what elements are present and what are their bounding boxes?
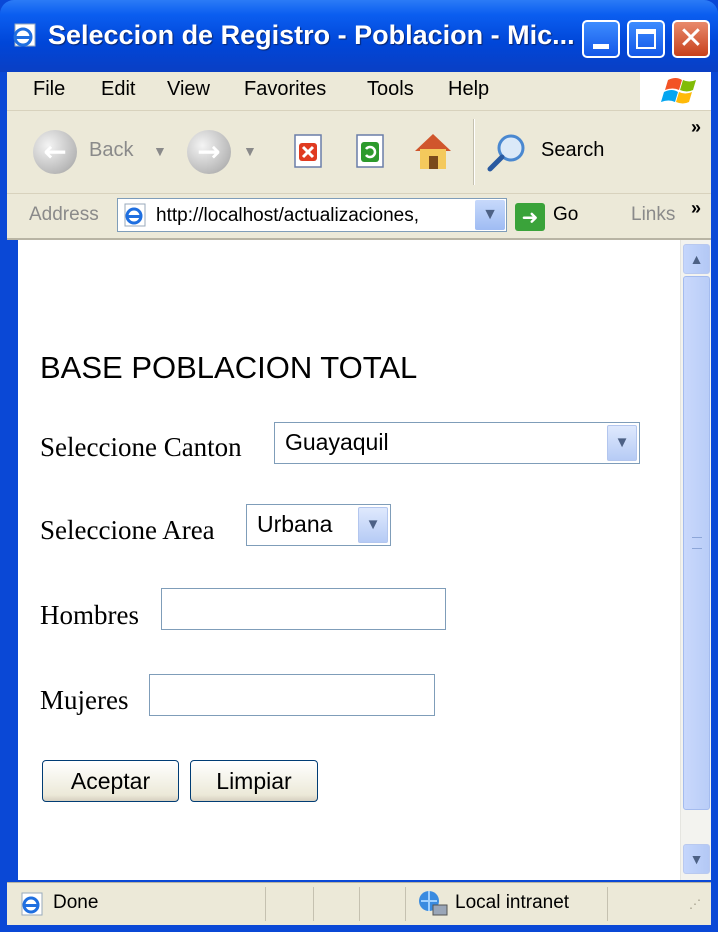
ie-page-icon	[21, 892, 43, 916]
status-bar: Done Local intranet ⋰	[7, 882, 711, 925]
menu-favorites[interactable]: Favorites	[244, 78, 326, 101]
toolbar-more-chevron-icon[interactable]: »	[691, 117, 701, 138]
links-chevron-icon[interactable]: »	[691, 198, 701, 219]
close-button[interactable]: ✕	[672, 20, 710, 58]
refresh-icon[interactable]	[351, 133, 389, 171]
menu-view[interactable]: View	[167, 78, 210, 101]
search-icon[interactable]	[485, 131, 529, 175]
browser-window: Seleccion de Registro - Poblacion - Mic.…	[0, 0, 718, 932]
page-viewport: BASE POBLACION TOTAL Seleccione Canton G…	[18, 240, 680, 880]
chevron-up-icon: ▲	[689, 251, 704, 267]
minimize-icon	[593, 44, 609, 49]
menu-bar: File Edit View Favorites Tools Help	[7, 72, 711, 111]
forward-dropdown-icon[interactable]: ▼	[243, 143, 257, 159]
resize-grip-icon[interactable]: ⋰	[689, 897, 701, 911]
area-dropdown-button[interactable]: ▼	[358, 507, 388, 543]
area-select[interactable]: Urbana ▼	[246, 504, 391, 546]
back-label: Back	[89, 139, 134, 161]
status-divider	[359, 887, 360, 921]
back-arrow-icon: ←	[43, 135, 67, 168]
ie-page-icon	[124, 203, 146, 227]
forward-button[interactable]: →	[187, 130, 231, 174]
menu-help[interactable]: Help	[448, 78, 489, 101]
back-dropdown-icon[interactable]: ▼	[153, 143, 167, 159]
scroll-thumb[interactable]	[683, 276, 710, 810]
home-icon[interactable]	[411, 129, 455, 173]
close-icon: ✕	[678, 21, 704, 56]
links-label[interactable]: Links	[631, 204, 675, 226]
hombres-label: Hombres	[40, 600, 139, 630]
mujeres-label: Mujeres	[40, 685, 129, 715]
hombres-input[interactable]	[161, 588, 446, 630]
stop-icon[interactable]	[289, 133, 327, 171]
chevron-down-icon: ▼	[482, 206, 498, 223]
menu-tools[interactable]: Tools	[367, 78, 414, 101]
go-arrow-icon[interactable]: ➜	[515, 203, 545, 231]
address-dropdown-button[interactable]: ▼	[475, 200, 505, 230]
status-text: Done	[53, 892, 99, 913]
canton-dropdown-button[interactable]: ▼	[607, 425, 637, 461]
windows-logo	[640, 72, 711, 110]
accept-button[interactable]: Aceptar	[42, 760, 179, 802]
status-divider	[313, 887, 314, 921]
maximize-icon	[636, 29, 656, 49]
menu-file[interactable]: File	[33, 78, 65, 101]
search-label[interactable]: Search	[541, 139, 604, 162]
clear-button[interactable]: Limpiar	[190, 760, 318, 802]
window-title: Seleccion de Registro - Poblacion - Mic.…	[48, 20, 575, 50]
status-divider	[265, 887, 266, 921]
back-button[interactable]: ←	[33, 130, 77, 174]
area-selected-value: Urbana	[257, 511, 333, 537]
status-divider	[607, 887, 608, 921]
vertical-scrollbar[interactable]: ▲ ▼	[680, 240, 711, 880]
chevron-down-icon: ▼	[689, 851, 704, 867]
mujeres-input[interactable]	[149, 674, 435, 716]
canton-select[interactable]: Guayaquil ▼	[274, 422, 640, 464]
canton-selected-value: Guayaquil	[285, 429, 389, 455]
scroll-down-button[interactable]: ▼	[683, 844, 710, 874]
address-url: http://localhost/actualizaciones,	[156, 205, 419, 226]
scroll-up-button[interactable]: ▲	[683, 244, 710, 274]
local-intranet-icon	[419, 891, 448, 916]
windows-flag-icon	[661, 78, 696, 104]
minimize-button[interactable]	[582, 20, 620, 58]
address-label: Address	[29, 204, 99, 225]
address-bar: Address http://localhost/actualizaciones…	[7, 194, 711, 240]
toolbar: ← Back ▼ → ▼ Search »	[7, 111, 711, 194]
toolbar-separator	[473, 119, 475, 185]
title-bar: Seleccion de Registro - Poblacion - Mic.…	[0, 0, 718, 72]
area-label: Seleccione Area	[40, 515, 215, 545]
menu-edit[interactable]: Edit	[101, 78, 135, 101]
address-field[interactable]: http://localhost/actualizaciones, ▼	[117, 198, 507, 232]
zone-label: Local intranet	[455, 892, 570, 913]
forward-arrow-icon: →	[197, 135, 221, 168]
page-title: BASE POBLACION TOTAL	[40, 350, 418, 385]
ie-page-icon	[13, 23, 36, 47]
canton-label: Seleccione Canton	[40, 432, 242, 462]
chevron-down-icon: ▼	[365, 516, 381, 533]
go-button[interactable]: Go	[553, 204, 578, 226]
status-divider	[405, 887, 406, 921]
scroll-grip-icon	[692, 537, 702, 549]
chevron-down-icon: ▼	[614, 434, 630, 451]
maximize-button[interactable]	[627, 20, 665, 58]
